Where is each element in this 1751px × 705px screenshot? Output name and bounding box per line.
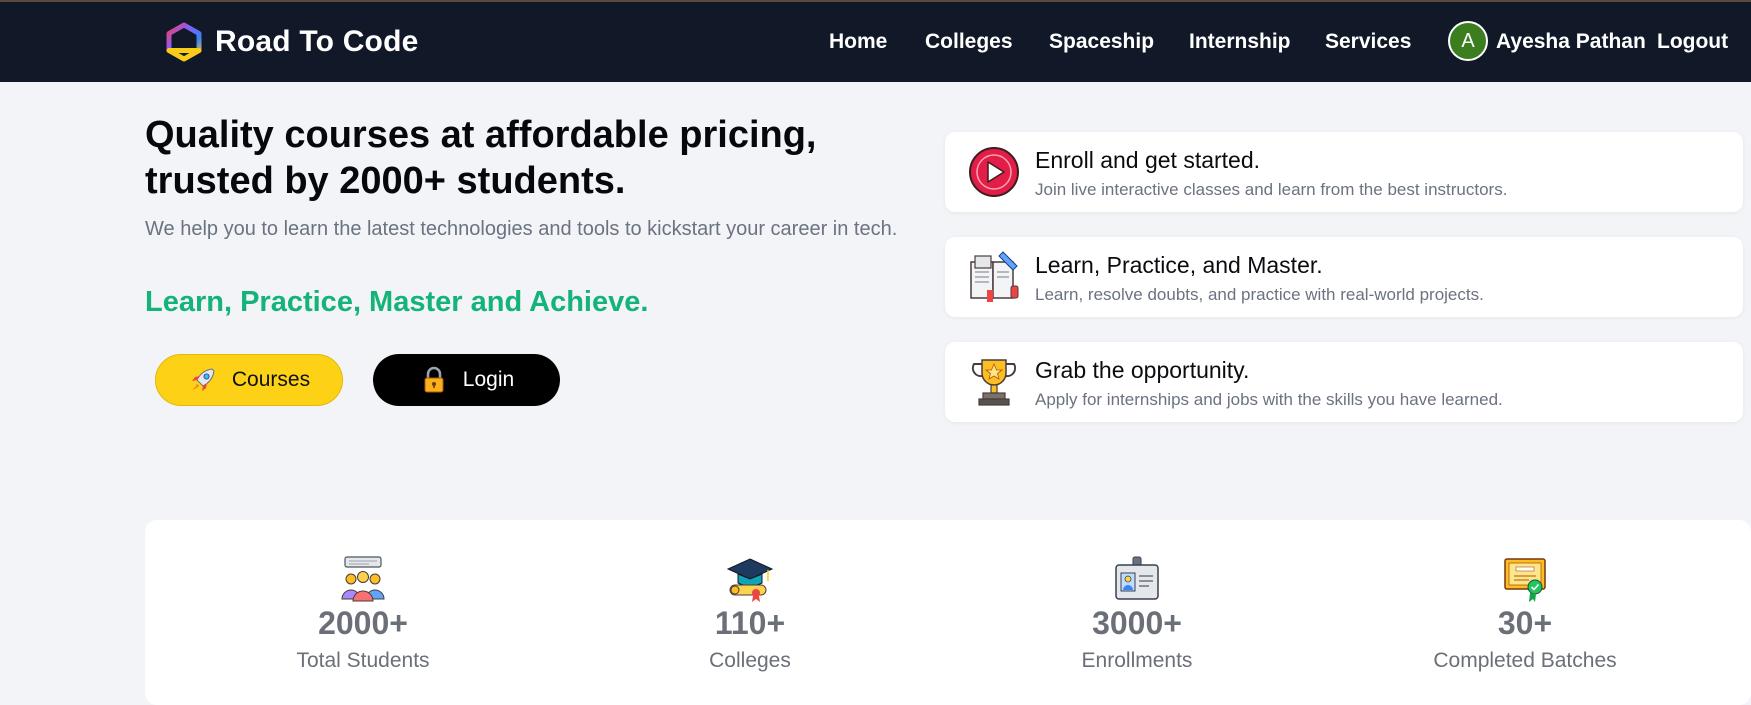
stat-value: 30+ bbox=[1497, 605, 1553, 641]
feature-title: Learn, Practice, and Master. bbox=[1035, 252, 1323, 278]
feature-description: Join live interactive classes and learn … bbox=[1035, 180, 1508, 199]
graduation-cap-icon bbox=[726, 558, 774, 602]
stat-label: Enrollments bbox=[1081, 649, 1193, 672]
nav-link-services[interactable]: Services bbox=[1325, 30, 1411, 54]
hero-subtitle: We help you to learn the latest technolo… bbox=[145, 218, 898, 240]
trophy-icon bbox=[971, 359, 1017, 406]
feature-card-opportunity: Grab the opportunity. Apply for internsh… bbox=[945, 342, 1743, 422]
stat-value: 2000+ bbox=[318, 605, 408, 641]
brand-logo-icon bbox=[166, 22, 202, 62]
courses-button[interactable]: Courses bbox=[155, 354, 343, 406]
feature-card-learn: Learn, Practice, and Master. Learn, reso… bbox=[945, 237, 1743, 317]
feature-title: Grab the opportunity. bbox=[1035, 357, 1250, 383]
stat-colleges: 110+ Colleges bbox=[600, 555, 900, 673]
avatar[interactable]: A bbox=[1448, 21, 1488, 61]
feature-description: Learn, resolve doubts, and practice with… bbox=[1035, 285, 1484, 304]
stat-total-students: 2000+ Total Students bbox=[213, 555, 513, 673]
feature-title: Enroll and get started. bbox=[1035, 147, 1261, 173]
nav-link-colleges[interactable]: Colleges bbox=[925, 30, 1013, 54]
brand-name: Road To Code bbox=[215, 25, 419, 58]
play-icon bbox=[969, 147, 1019, 197]
stat-value: 110+ bbox=[714, 605, 786, 641]
hero-title: Quality courses at affordable pricing, t… bbox=[145, 114, 817, 202]
logout-link[interactable]: Logout bbox=[1657, 30, 1728, 54]
login-button[interactable]: Login bbox=[373, 354, 560, 406]
stat-completed-batches: 30+ Completed Batches bbox=[1375, 555, 1675, 673]
stat-label: Completed Batches bbox=[1433, 649, 1617, 672]
stats-panel: 2000+ Total Students 110+ Colleges 3000+ bbox=[145, 520, 1751, 705]
lock-icon bbox=[424, 366, 444, 393]
navbar: Road To Code Home Colleges Spaceship Int… bbox=[0, 2, 1751, 82]
rocket-icon bbox=[191, 368, 215, 391]
user-name[interactable]: Ayesha Pathan bbox=[1496, 30, 1646, 54]
login-button-label: Login bbox=[462, 368, 515, 391]
stat-enrollments: 3000+ Enrollments bbox=[987, 555, 1287, 673]
stat-value: 3000+ bbox=[1092, 605, 1182, 641]
stat-label: Total Students bbox=[296, 649, 430, 672]
feature-card-enroll: Enroll and get started. Join live intera… bbox=[945, 132, 1743, 212]
nav-link-spaceship[interactable]: Spaceship bbox=[1049, 30, 1154, 54]
certificate-icon bbox=[1504, 558, 1546, 602]
hero-tagline: Learn, Practice, Master and Achieve. bbox=[145, 286, 649, 318]
students-icon bbox=[341, 556, 385, 602]
stat-label: Colleges bbox=[709, 649, 791, 672]
nav-link-internship[interactable]: Internship bbox=[1189, 30, 1291, 54]
brand[interactable]: Road To Code bbox=[163, 22, 419, 62]
book-icon bbox=[970, 251, 1019, 302]
courses-button-label: Courses bbox=[231, 368, 311, 391]
id-card-icon bbox=[1115, 556, 1159, 600]
feature-description: Apply for internships and jobs with the … bbox=[1035, 390, 1503, 409]
nav-link-home[interactable]: Home bbox=[829, 30, 887, 54]
